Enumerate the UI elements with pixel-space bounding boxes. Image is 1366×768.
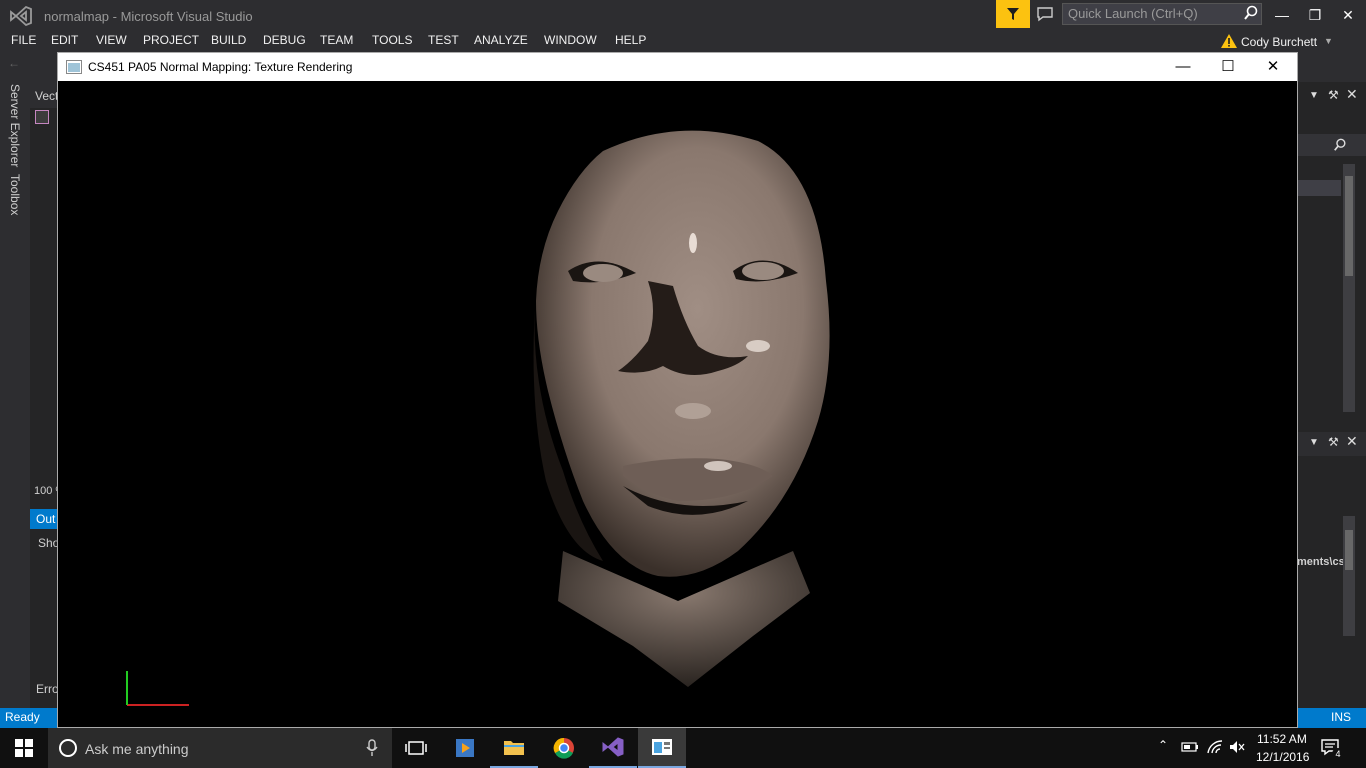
panel-menu-chevron-icon[interactable]: ▼ — [1309, 90, 1319, 101]
close-icon[interactable]: ✕ — [1346, 86, 1358, 103]
file-icon — [35, 110, 49, 124]
filter-icon — [1007, 8, 1019, 20]
render-minimize-button[interactable]: — — [1167, 57, 1199, 77]
taskbar-visual-studio[interactable] — [589, 728, 637, 768]
visual-studio-logo-icon — [10, 6, 32, 26]
status-ready-text: Ready — [5, 710, 40, 724]
left-panel-header: Vect — [30, 86, 58, 108]
warning-icon[interactable] — [1220, 33, 1238, 49]
face-render-image — [126, 130, 830, 706]
quick-launch-input[interactable]: Quick Launch (Ctrl+Q) — [1062, 3, 1262, 25]
scrollbar[interactable] — [1343, 164, 1355, 412]
left-panel-tab[interactable]: Vect — [35, 89, 58, 103]
folder-icon — [504, 741, 524, 755]
menu-edit[interactable]: EDIT — [51, 33, 78, 47]
tab-server-explorer[interactable]: Server Explorer — [8, 84, 22, 167]
render-close-button[interactable]: ✕ — [1257, 57, 1289, 77]
menu-view[interactable]: VIEW — [96, 33, 127, 47]
left-tool-window: 100 % Out Sho Erro — [30, 108, 58, 730]
volume-muted-icon[interactable] — [1229, 740, 1245, 754]
render-canvas[interactable] — [58, 81, 1297, 727]
task-view-icon — [405, 741, 427, 755]
search-icon[interactable] — [1243, 5, 1259, 21]
vs-window-title: normalmap - Microsoft Visual Studio — [44, 9, 253, 24]
taskbar-render-app[interactable] — [638, 728, 686, 768]
render-window-title-bar[interactable]: CS451 PA05 Normal Mapping: Texture Rende… — [58, 53, 1297, 81]
menu-help[interactable]: HELP — [615, 33, 646, 47]
app-window-icon — [66, 60, 82, 74]
menu-analyze[interactable]: ANALYZE — [474, 33, 528, 47]
menu-file[interactable]: FILE — [11, 33, 36, 47]
menu-bar — [0, 30, 1366, 52]
app-window-icon — [652, 739, 672, 755]
feedback-icon[interactable] — [1036, 5, 1054, 23]
pin-icon[interactable]: ⚒ — [1328, 435, 1339, 449]
render-window[interactable]: CS451 PA05 Normal Mapping: Texture Rende… — [57, 52, 1298, 728]
right-panel-2-header: ▼ ⚒ ✕ — [1297, 432, 1366, 456]
notifications-filter-button[interactable] — [996, 0, 1030, 28]
notification-count-badge: 4 — [1332, 748, 1344, 760]
start-button[interactable] — [0, 728, 48, 768]
visual-studio-icon — [602, 737, 624, 757]
show-output-label: Sho — [38, 536, 58, 550]
user-account-name[interactable]: Cody Burchett — [1241, 35, 1317, 49]
zoom-level[interactable]: 100 % — [34, 485, 58, 497]
menu-build[interactable]: BUILD — [211, 33, 246, 47]
menu-project[interactable]: PROJECT — [143, 33, 199, 47]
close-icon[interactable]: ✕ — [1346, 433, 1358, 450]
task-view-button[interactable] — [392, 728, 440, 768]
search-placeholder: Ask me anything — [85, 741, 189, 757]
clock-date[interactable]: 12/1/2016 — [1256, 750, 1309, 764]
scrollbar-thumb[interactable] — [1345, 176, 1353, 276]
render-maximize-button[interactable]: ☐ — [1212, 57, 1244, 77]
chrome-icon — [553, 737, 574, 759]
scrollbar-thumb[interactable] — [1345, 530, 1353, 570]
back-arrow-icon[interactable]: ← — [8, 56, 20, 70]
tab-toolbox[interactable]: Toolbox — [8, 174, 22, 215]
output-tab[interactable]: Out — [30, 509, 58, 529]
action-center-button[interactable]: 4 — [1320, 738, 1348, 762]
show-hidden-icons-chevron-icon[interactable]: ⌃ — [1158, 738, 1168, 752]
vs-minimize-button[interactable]: — — [1268, 4, 1296, 26]
selected-row[interactable] — [1297, 180, 1341, 196]
menu-test[interactable]: TEST — [428, 33, 459, 47]
menu-team[interactable]: TEAM — [320, 33, 353, 47]
wifi-icon[interactable] — [1206, 739, 1224, 755]
battery-icon[interactable] — [1181, 740, 1199, 754]
vs-close-button[interactable]: ✕ — [1334, 4, 1362, 26]
taskbar-media-player[interactable] — [441, 728, 489, 768]
pin-icon[interactable]: ⚒ — [1328, 88, 1339, 102]
side-tab-strip: ← Server Explorer Toolbox — [0, 52, 30, 708]
render-window-title: CS451 PA05 Normal Mapping: Texture Rende… — [88, 60, 353, 74]
cortana-circle-icon — [59, 739, 77, 757]
taskbar-chrome[interactable] — [540, 728, 588, 768]
microphone-icon[interactable] — [366, 739, 378, 757]
menu-window[interactable]: WINDOW — [544, 33, 597, 47]
menu-tools[interactable]: TOOLS — [372, 33, 412, 47]
panel-menu-chevron-icon[interactable]: ▼ — [1309, 437, 1319, 448]
menu-debug[interactable]: DEBUG — [263, 33, 306, 47]
chevron-down-icon[interactable]: ▼ — [1324, 36, 1333, 46]
clock-time[interactable]: 11:52 AM — [1257, 732, 1307, 746]
output-tab-label: Out — [36, 512, 56, 526]
scrollbar[interactable] — [1343, 516, 1355, 636]
search-icon — [1334, 138, 1346, 151]
vs-restore-button[interactable]: ❐ — [1301, 4, 1329, 26]
right-tool-window: ▼ ⚒ ✕ ▼ ⚒ ✕ ments\cs — [1297, 82, 1366, 708]
taskbar-file-explorer[interactable] — [490, 728, 538, 768]
media-player-icon — [456, 739, 474, 757]
windows-logo-icon — [15, 739, 33, 757]
file-path-fragment: ments\cs — [1297, 556, 1343, 568]
error-list-tab[interactable]: Erro — [36, 682, 58, 696]
right-panel-search[interactable] — [1297, 134, 1366, 156]
status-insert-mode: INS — [1331, 710, 1352, 724]
